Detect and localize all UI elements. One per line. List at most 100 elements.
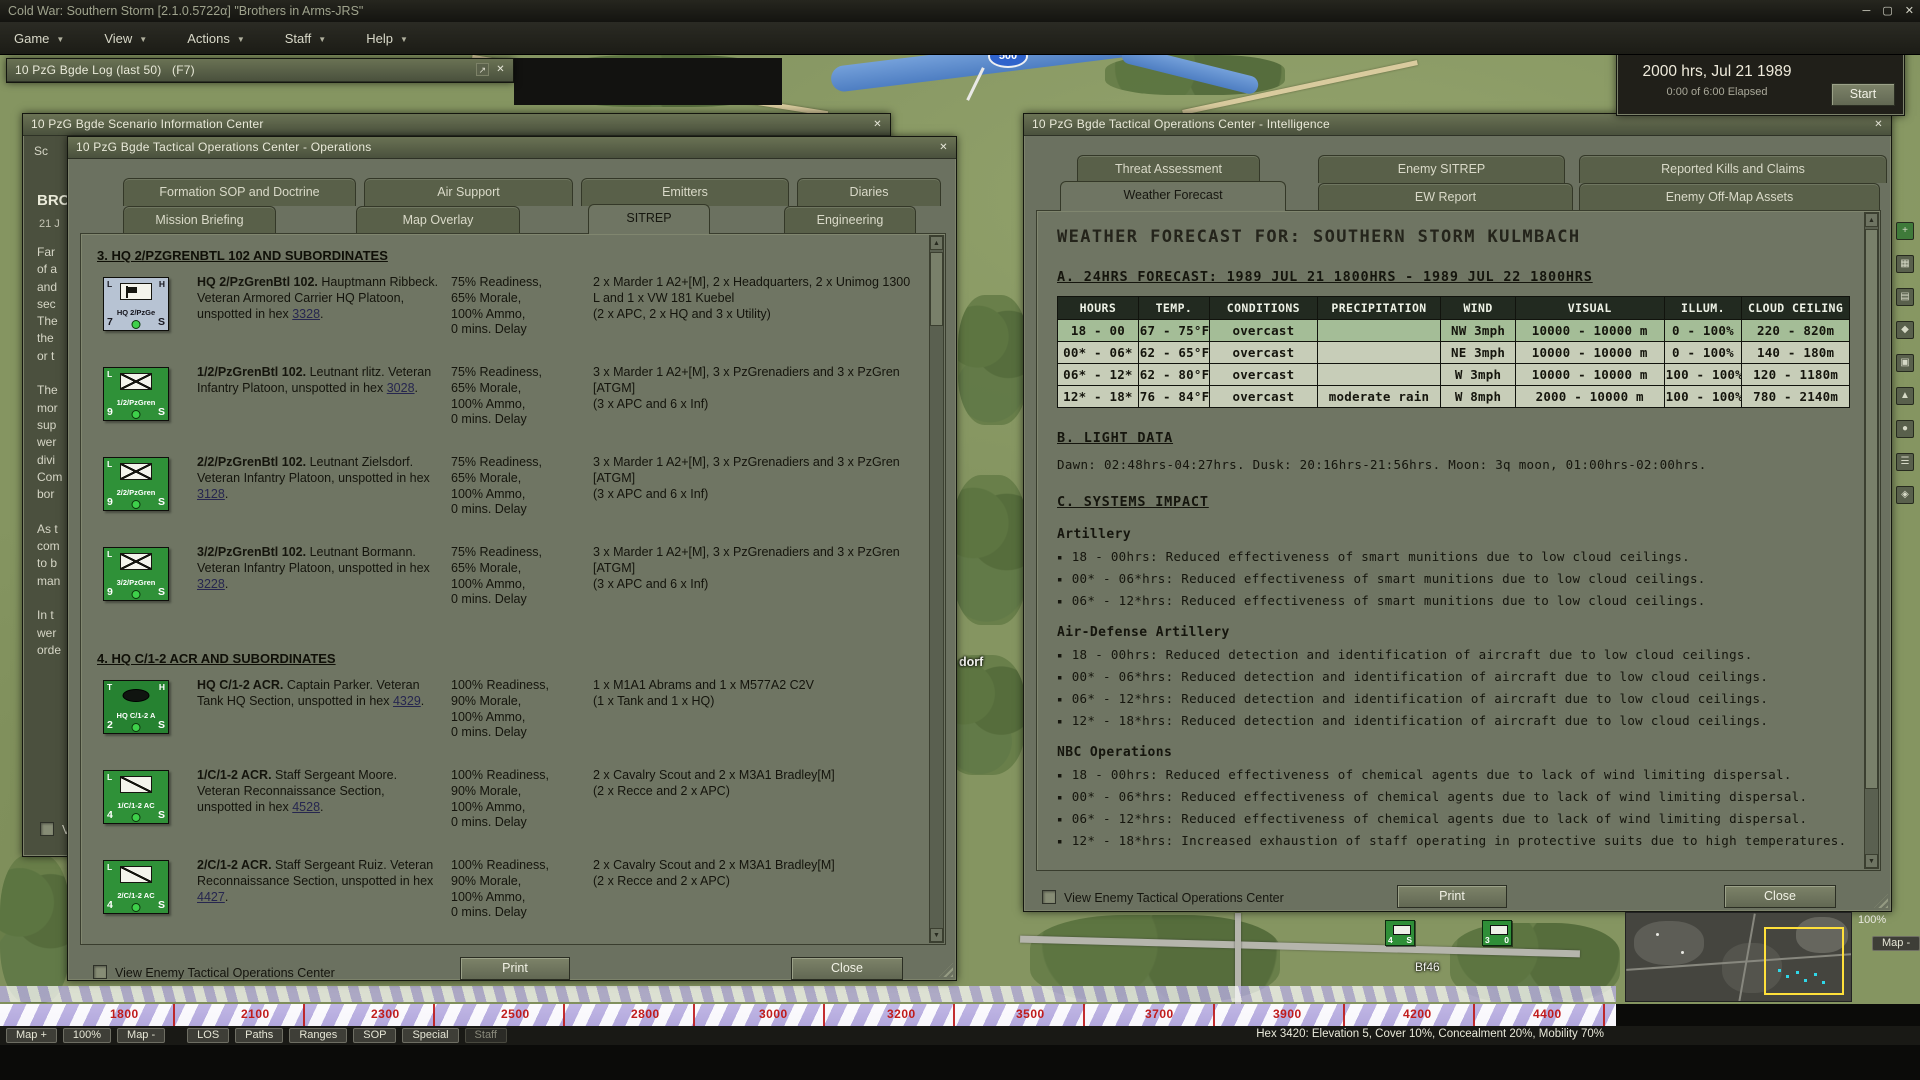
map-tool-icon[interactable]: ▲ <box>1896 387 1914 405</box>
print-button[interactable]: Print <box>460 957 570 980</box>
maximize-icon[interactable]: ▢ <box>1882 5 1892 17</box>
ranges-button[interactable]: Ranges <box>289 1028 347 1043</box>
sop-button[interactable]: SOP <box>353 1028 396 1043</box>
map-zoom-in-button[interactable]: Map + <box>6 1028 57 1043</box>
tab-enemy-sitrep[interactable]: Enemy SITREP <box>1318 155 1565 183</box>
map-unit-counter[interactable]: 4 S <box>1385 920 1415 946</box>
tab-map-overlay[interactable]: Map Overlay <box>356 206 520 234</box>
tab-formation-sop[interactable]: Formation SOP and Doctrine <box>123 178 356 206</box>
minimap-viewport[interactable] <box>1764 927 1844 995</box>
hex-link[interactable]: 3328 <box>292 307 320 321</box>
menu-game[interactable]: Game▼ <box>14 31 64 46</box>
hex-link[interactable]: 4427 <box>197 890 225 904</box>
map-tool-icon[interactable]: + <box>1896 222 1914 240</box>
scrollbar[interactable]: ▲ ▼ <box>1864 212 1879 869</box>
ruler-label: 3000 <box>759 1007 788 1021</box>
map-tool-icon[interactable]: ▤ <box>1896 288 1914 306</box>
unit-counter[interactable]: L 1/2/PzGren 9 S <box>103 367 169 421</box>
menu-actions[interactable]: Actions▼ <box>187 31 245 46</box>
menu-help[interactable]: Help▼ <box>366 31 408 46</box>
tab-enemy-offmap[interactable]: Enemy Off-Map Assets <box>1579 183 1880 211</box>
map-zoom-out-button[interactable]: Map - <box>117 1028 165 1043</box>
close-icon[interactable]: ✕ <box>1905 5 1914 17</box>
hex-link[interactable]: 3128 <box>197 487 225 501</box>
menu-view[interactable]: View▼ <box>104 31 147 46</box>
map-zoom-level[interactable]: 100% <box>63 1028 111 1043</box>
scroll-down-icon[interactable]: ▼ <box>1865 854 1878 868</box>
paths-button[interactable]: Paths <box>235 1028 283 1043</box>
unit-counter[interactable]: L 3/2/PzGren 9 S <box>103 547 169 601</box>
scroll-up-icon[interactable]: ▲ <box>1865 213 1878 227</box>
minimize-icon[interactable]: ─ <box>1862 5 1870 17</box>
map-tool-icon[interactable]: ◈ <box>1896 486 1914 504</box>
popout-icon[interactable]: ↗ <box>476 63 489 76</box>
sitrep-panel: 3. HQ 2/PZGRENBTL 102 AND SUBORDINATES L… <box>80 233 946 945</box>
unit-counter[interactable]: T H HQ C/1-2 A 2 S <box>103 680 169 734</box>
intelligence-window-titlebar[interactable]: 10 PzG Bgde Tactical Operations Center -… <box>1024 114 1891 136</box>
staff-button: Staff <box>465 1028 507 1043</box>
tab-emitters[interactable]: Emitters <box>581 178 789 206</box>
minimap-unit-dot <box>1814 973 1817 976</box>
scenario-checkbox[interactable] <box>40 822 54 836</box>
tab-ew-report[interactable]: EW Report <box>1318 183 1573 211</box>
map-tool-icon[interactable]: ▦ <box>1896 255 1914 273</box>
log-window-titlebar[interactable]: 10 PzG Bgde Log (last 50) (F7) ↗ ✕ <box>7 59 513 82</box>
start-button[interactable]: Start <box>1831 83 1895 106</box>
minimap[interactable] <box>1625 912 1852 1002</box>
close-icon[interactable]: ✕ <box>1871 117 1886 132</box>
forecast-heading: A. 24HRS FORECAST: 1989 JUL 21 1800HRS -… <box>1057 269 1850 285</box>
bullet-icon: ▪ <box>1057 837 1063 847</box>
los-button[interactable]: LOS <box>187 1028 229 1043</box>
tab-mission-briefing[interactable]: Mission Briefing <box>123 206 276 234</box>
map-tool-icon[interactable]: ◆ <box>1896 321 1914 339</box>
app-titlebar[interactable]: Cold War: Southern Storm [2.1.0.5722α] "… <box>0 0 1920 22</box>
scroll-down-icon[interactable]: ▼ <box>930 928 943 942</box>
operations-window: 10 PzG Bgde Tactical Operations Center -… <box>67 136 957 981</box>
menu-staff[interactable]: Staff▼ <box>285 31 326 46</box>
hex-link[interactable]: 4329 <box>393 694 421 708</box>
map-unit-counter[interactable]: 3 0 <box>1482 920 1512 946</box>
scrollbar[interactable]: ▲ ▼ <box>929 235 944 943</box>
scroll-up-icon[interactable]: ▲ <box>930 236 943 250</box>
close-icon[interactable]: ✕ <box>936 140 951 155</box>
special-button[interactable]: Special <box>402 1028 458 1043</box>
close-button[interactable]: Close <box>791 957 903 980</box>
map-tool-icon[interactable]: ☰ <box>1896 453 1914 471</box>
tab-reported-kills[interactable]: Reported Kills and Claims <box>1579 155 1887 183</box>
scroll-thumb[interactable] <box>930 252 943 326</box>
map-tool-icon[interactable]: ▣ <box>1896 354 1914 372</box>
impact-item: ▪00* - 06*hrs: Reduced effectiveness of … <box>1057 789 1850 804</box>
bullet-icon: ▪ <box>1057 553 1063 563</box>
minimap-unit-dot <box>1822 981 1825 984</box>
minimap-zoom-out-button[interactable]: Map - <box>1872 936 1920 951</box>
view-enemy-toc-checkbox[interactable] <box>1042 890 1056 904</box>
close-icon[interactable]: ✕ <box>870 117 885 132</box>
resize-grip[interactable] <box>939 963 953 977</box>
tab-air-support[interactable]: Air Support <box>364 178 573 206</box>
scroll-thumb[interactable] <box>1865 229 1878 789</box>
hex-link[interactable]: 3028 <box>387 381 415 395</box>
map-tool-icon[interactable]: ● <box>1896 420 1914 438</box>
unit-counter[interactable]: L 2/2/PzGren 9 S <box>103 457 169 511</box>
tab-weather-forecast[interactable]: Weather Forecast <box>1060 181 1286 211</box>
tab-sitrep[interactable]: SITREP <box>588 204 710 234</box>
view-enemy-toc-checkbox[interactable] <box>93 965 107 979</box>
print-button[interactable]: Print <box>1397 885 1507 908</box>
unit-counter[interactable]: L 1/C/1-2 AC 4 S <box>103 770 169 824</box>
close-icon[interactable]: ✕ <box>493 62 508 77</box>
hex-link[interactable]: 4528 <box>292 800 320 814</box>
unit-counter[interactable]: L 2/C/1-2 AC 4 S <box>103 860 169 914</box>
tab-engineering[interactable]: Engineering <box>784 206 916 234</box>
unit-counter[interactable]: L H HQ 2/PzGe 7 S <box>103 277 169 331</box>
tab-threat-assessment[interactable]: Threat Assessment <box>1077 155 1260 183</box>
forest-patch <box>0 855 70 1003</box>
operations-window-titlebar[interactable]: 10 PzG Bgde Tactical Operations Center -… <box>68 137 956 159</box>
scenario-window-titlebar[interactable]: 10 PzG Bgde Scenario Information Center … <box>23 114 890 136</box>
impact-item: ▪12* - 18*hrs: Increased exhaustion of s… <box>1057 833 1850 848</box>
resize-grip[interactable] <box>1874 894 1888 908</box>
tab-diaries[interactable]: Diaries <box>797 178 941 206</box>
unit-equipment: 1 x M1A1 Abrams and 1 x M577A2 C2V(1 x T… <box>593 678 915 710</box>
close-button[interactable]: Close <box>1724 885 1836 908</box>
hex-link[interactable]: 3228 <box>197 577 225 591</box>
ruler-label: 3500 <box>1016 1007 1045 1021</box>
